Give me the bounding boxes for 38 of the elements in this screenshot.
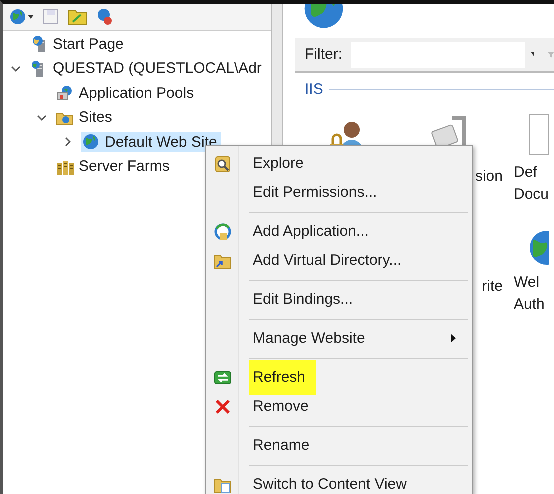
tree-item[interactable]: Sites (55, 108, 116, 128)
menu-item[interactable]: Edit Permissions... (249, 182, 382, 203)
feature-label: Wel (514, 273, 540, 293)
tree-item[interactable]: Start Page (29, 34, 128, 54)
globe-icon (9, 8, 27, 26)
menu-item[interactable]: Switch to Content View (249, 474, 411, 494)
menu-item[interactable]: Refresh (249, 360, 316, 395)
feature-label: rite (482, 277, 503, 297)
refresh-icon (214, 368, 232, 386)
chevron-down-icon[interactable] (9, 64, 23, 74)
folder-icon[interactable] (68, 8, 88, 26)
globe-icon (527, 230, 549, 266)
tree-item[interactable]: QUESTAD (QUESTLOCAL\Adr (29, 58, 266, 79)
menu-item[interactable]: Manage Website (249, 328, 370, 349)
close-icon (214, 398, 232, 416)
caret-icon[interactable] (530, 52, 534, 57)
feature-label: Docu (514, 185, 550, 205)
feature-label: Def (514, 163, 538, 183)
start-page-icon (30, 35, 48, 54)
feature-label: sion (475, 167, 503, 187)
tree-item[interactable]: Server Farms (55, 156, 174, 177)
application-pools-icon (56, 84, 74, 102)
menu-item[interactable]: Explore (249, 153, 308, 174)
menu-item[interactable]: Remove (249, 396, 313, 417)
tree-item[interactable]: Application Pools (55, 83, 198, 104)
document-icon (529, 114, 549, 156)
menu-item[interactable]: Rename (249, 435, 314, 456)
feature-label: Auth (514, 295, 545, 315)
menu-item[interactable]: Edit Bindings... (249, 289, 358, 310)
menu-item[interactable]: Add Virtual Directory... (249, 250, 406, 271)
caret-icon[interactable] (28, 15, 34, 19)
globe-icon (82, 133, 100, 152)
group-title: IIS (305, 81, 324, 98)
chevron-down-icon[interactable] (35, 112, 49, 123)
folder-search-icon (214, 154, 232, 172)
add-application-icon (214, 222, 232, 240)
menu-item[interactable]: Add Application... (249, 221, 373, 242)
filter-label: Filter: (305, 46, 342, 63)
